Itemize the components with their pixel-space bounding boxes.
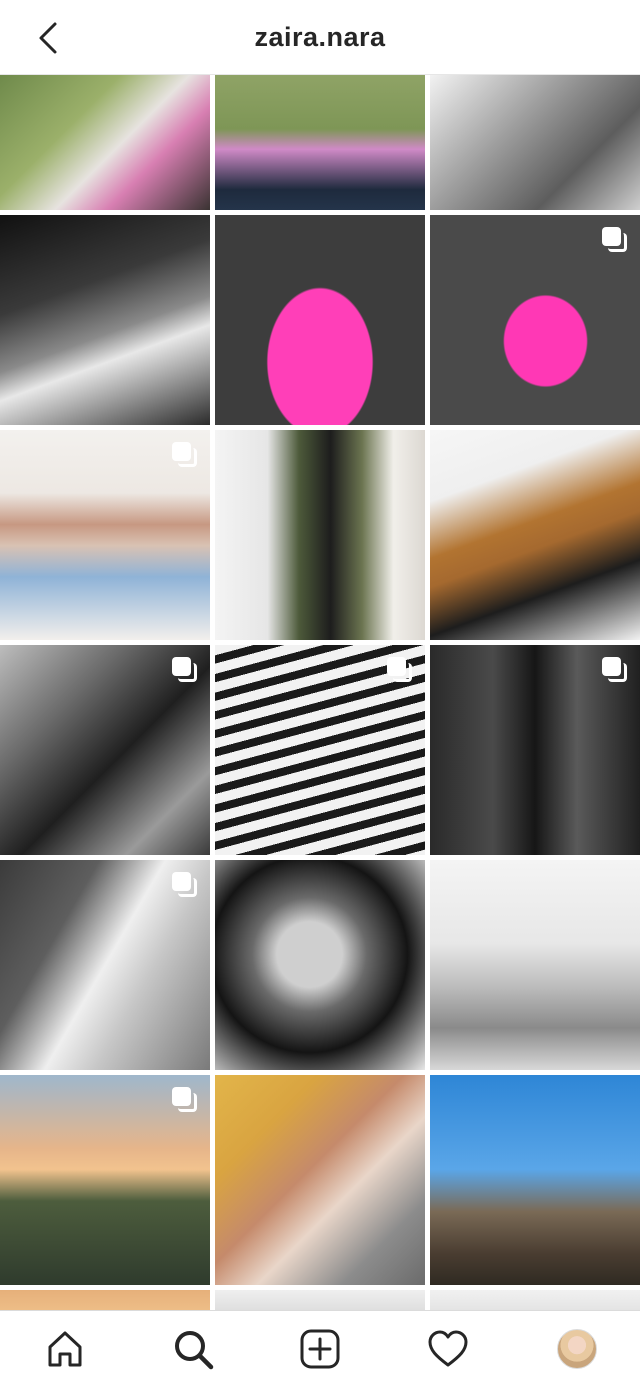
bottom-navigation: [0, 1310, 640, 1386]
post-thumbnail[interactable]: [0, 215, 210, 425]
post-thumbnail[interactable]: [215, 1075, 425, 1285]
top-bar: zaira.nara: [0, 0, 640, 75]
post-thumbnail[interactable]: [0, 1075, 210, 1285]
post-thumbnail[interactable]: [215, 75, 425, 210]
post-thumbnail[interactable]: [430, 645, 640, 855]
post-thumbnail[interactable]: [0, 645, 210, 855]
chevron-left-icon: [39, 22, 57, 54]
photo-grid: [0, 75, 640, 1310]
multiple-photos-icon: [602, 657, 628, 683]
multiple-photos-icon: [172, 442, 198, 468]
nav-search[interactable]: [163, 1323, 223, 1375]
post-thumbnail[interactable]: [215, 215, 425, 425]
multiple-photos-icon: [602, 227, 628, 253]
profile-username: zaira.nara: [254, 21, 386, 52]
post-thumbnail[interactable]: [215, 860, 425, 1070]
post-thumbnail[interactable]: [0, 1290, 210, 1310]
post-thumbnail[interactable]: [430, 430, 640, 640]
nav-activity[interactable]: [418, 1323, 478, 1375]
nav-profile[interactable]: [547, 1323, 607, 1375]
avatar: [557, 1329, 597, 1369]
post-thumbnail[interactable]: [0, 430, 210, 640]
post-thumbnail[interactable]: [430, 1290, 640, 1310]
post-thumbnail[interactable]: [0, 860, 210, 1070]
home-icon: [48, 1331, 82, 1367]
multiple-photos-icon: [172, 1087, 198, 1113]
multiple-photos-icon: [172, 657, 198, 683]
heart-icon: [428, 1330, 468, 1367]
multiple-photos-icon: [172, 872, 198, 898]
post-thumbnail[interactable]: [215, 430, 425, 640]
post-thumbnail[interactable]: [215, 645, 425, 855]
multiple-photos-icon: [387, 657, 413, 683]
post-thumbnail[interactable]: [430, 75, 640, 210]
search-icon: [175, 1331, 214, 1370]
post-thumbnail[interactable]: [430, 860, 640, 1070]
add-square-icon: [300, 1329, 340, 1369]
nav-home[interactable]: [35, 1323, 95, 1375]
post-thumbnail[interactable]: [215, 1290, 425, 1310]
post-thumbnail[interactable]: [430, 1075, 640, 1285]
back-button[interactable]: [28, 20, 68, 56]
post-thumbnail[interactable]: [430, 215, 640, 425]
post-thumbnail[interactable]: [0, 75, 210, 210]
nav-create[interactable]: [290, 1323, 350, 1375]
